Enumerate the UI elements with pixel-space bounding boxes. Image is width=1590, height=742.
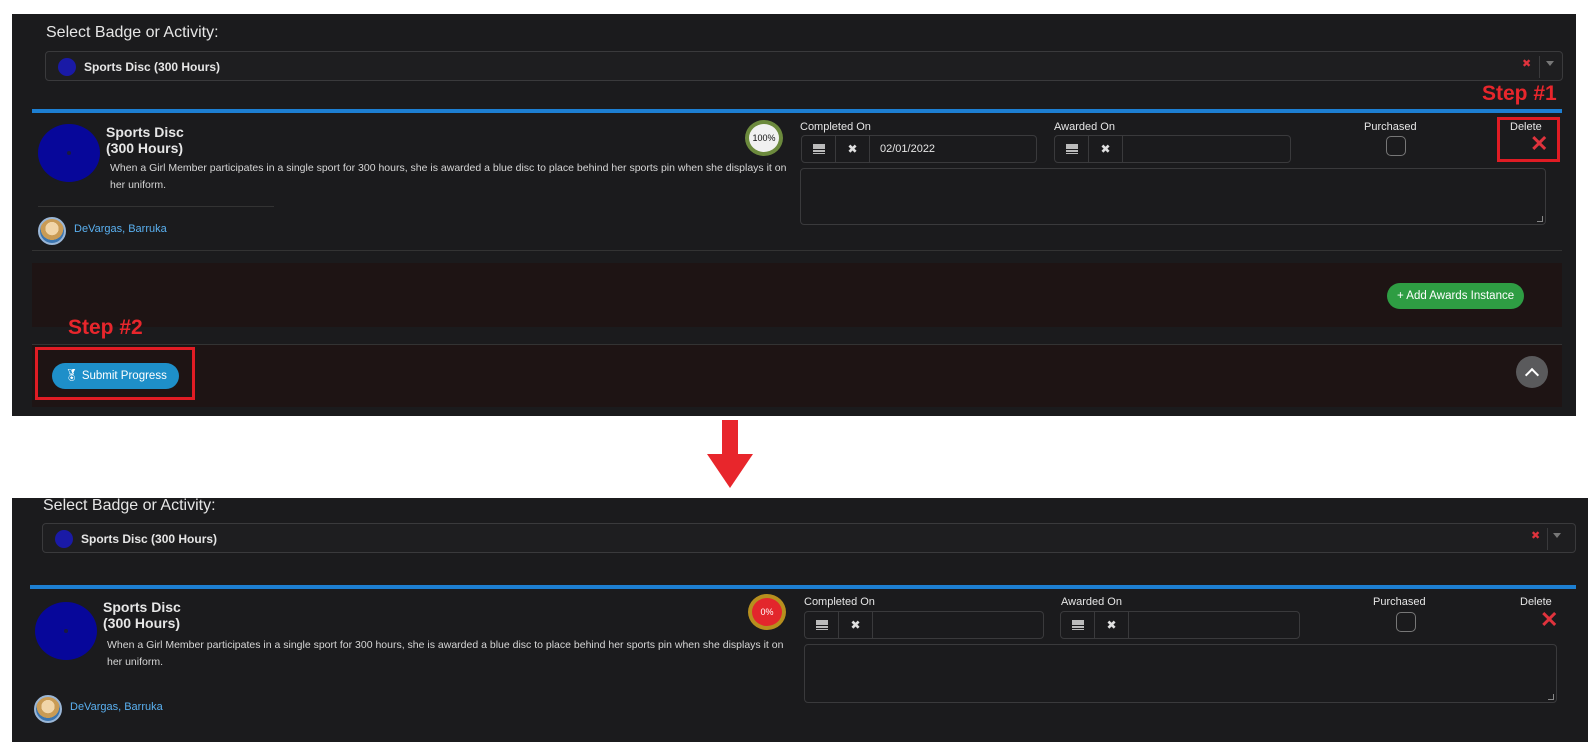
collapse-button[interactable] (1516, 356, 1548, 388)
select-badge-label: Select Badge or Activity: (43, 497, 216, 514)
after-panel: Select Badge or Activity: Sports Disc (3… (12, 497, 1588, 742)
member-link[interactable]: DeVargas, Barruka (70, 701, 163, 713)
awarded-on-field: ✖ (1060, 611, 1300, 639)
badge-title-line1: Sports Disc (106, 124, 184, 140)
awarded-on-field: ✖ (1054, 135, 1291, 163)
calendar-icon[interactable] (1061, 612, 1095, 638)
calendar-icon[interactable] (1055, 136, 1089, 162)
badge-select[interactable]: Sports Disc (300 Hours) ✖ (45, 51, 1563, 81)
step1-annotation: Step #1 (1482, 82, 1557, 105)
badge-image (38, 124, 100, 182)
chevron-up-icon (1524, 367, 1540, 382)
divider (32, 250, 1562, 251)
calendar-icon[interactable] (805, 612, 839, 638)
awarded-on-input[interactable] (1123, 136, 1133, 162)
badge-description: When a Girl Member participates in a sin… (110, 162, 787, 191)
badge-title-line1: Sports Disc (103, 599, 181, 615)
select-divider (1539, 56, 1540, 78)
avatar (38, 217, 66, 245)
progress-indicator: 100% (745, 120, 783, 156)
completed-on-label: Completed On (804, 596, 875, 608)
completed-on-label: Completed On (800, 121, 871, 133)
awarded-on-label: Awarded On (1061, 596, 1122, 608)
notes-textarea[interactable] (804, 644, 1557, 703)
select-divider (1547, 528, 1548, 550)
before-panel: Select Badge or Activity: Sports Disc (3… (12, 14, 1576, 416)
purchased-label: Purchased (1364, 121, 1417, 133)
completed-on-field: ✖ 02/01/2022 (801, 135, 1037, 163)
badge-description: When a Girl Member participates in a sin… (107, 639, 784, 668)
badge-title: Sports Disc (300 Hours) (103, 599, 181, 631)
clear-date-icon[interactable]: ✖ (1095, 612, 1129, 638)
clear-selection-icon[interactable]: ✖ (1531, 529, 1540, 542)
purchased-label: Purchased (1373, 596, 1426, 608)
badge-select-value: Sports Disc (300 Hours) (84, 60, 221, 74)
badge-color-swatch (55, 530, 73, 548)
completed-on-input[interactable] (873, 612, 883, 638)
footer-area (32, 345, 1562, 407)
avatar (34, 695, 62, 723)
chevron-down-icon[interactable] (1553, 533, 1561, 538)
awarded-on-input[interactable] (1129, 612, 1139, 638)
accent-divider (32, 109, 1562, 113)
badge-title-line2: (300 Hours) (106, 140, 184, 156)
delete-icon[interactable]: ✕ (1540, 609, 1558, 631)
badge-title: Sports Disc (300 Hours) (106, 124, 184, 156)
step1-highlight (1497, 117, 1560, 162)
add-awards-instance-button[interactable]: + Add Awards Instance (1387, 283, 1525, 309)
clear-date-icon[interactable]: ✖ (1089, 136, 1123, 162)
chevron-down-icon[interactable] (1546, 61, 1554, 66)
accent-divider (30, 585, 1576, 589)
badge-color-swatch (58, 58, 76, 76)
clear-date-icon[interactable]: ✖ (836, 136, 870, 162)
badge-select-value: Sports Disc (300 Hours) (81, 532, 218, 546)
step2-highlight (35, 347, 195, 400)
progress-indicator: 0% (748, 594, 786, 630)
purchased-checkbox[interactable] (1386, 136, 1406, 156)
purchased-checkbox[interactable] (1396, 612, 1416, 632)
clear-date-icon[interactable]: ✖ (839, 612, 873, 638)
calendar-icon[interactable] (802, 136, 836, 162)
completed-on-field: ✖ (804, 611, 1044, 639)
badge-image (35, 602, 97, 660)
awarded-on-label: Awarded On (1054, 121, 1115, 133)
divider (38, 206, 274, 207)
completed-on-input[interactable]: 02/01/2022 (870, 136, 935, 162)
clear-selection-icon[interactable]: ✖ (1522, 57, 1531, 70)
select-badge-label: Select Badge or Activity: (46, 24, 219, 41)
step2-annotation: Step #2 (68, 316, 143, 339)
badge-select[interactable]: Sports Disc (300 Hours) ✖ (42, 523, 1576, 553)
awards-instance-area (32, 263, 1562, 327)
member-link[interactable]: DeVargas, Barruka (74, 223, 167, 235)
down-arrow-icon (707, 420, 753, 488)
notes-textarea[interactable] (800, 168, 1546, 225)
badge-title-line2: (300 Hours) (103, 615, 181, 631)
